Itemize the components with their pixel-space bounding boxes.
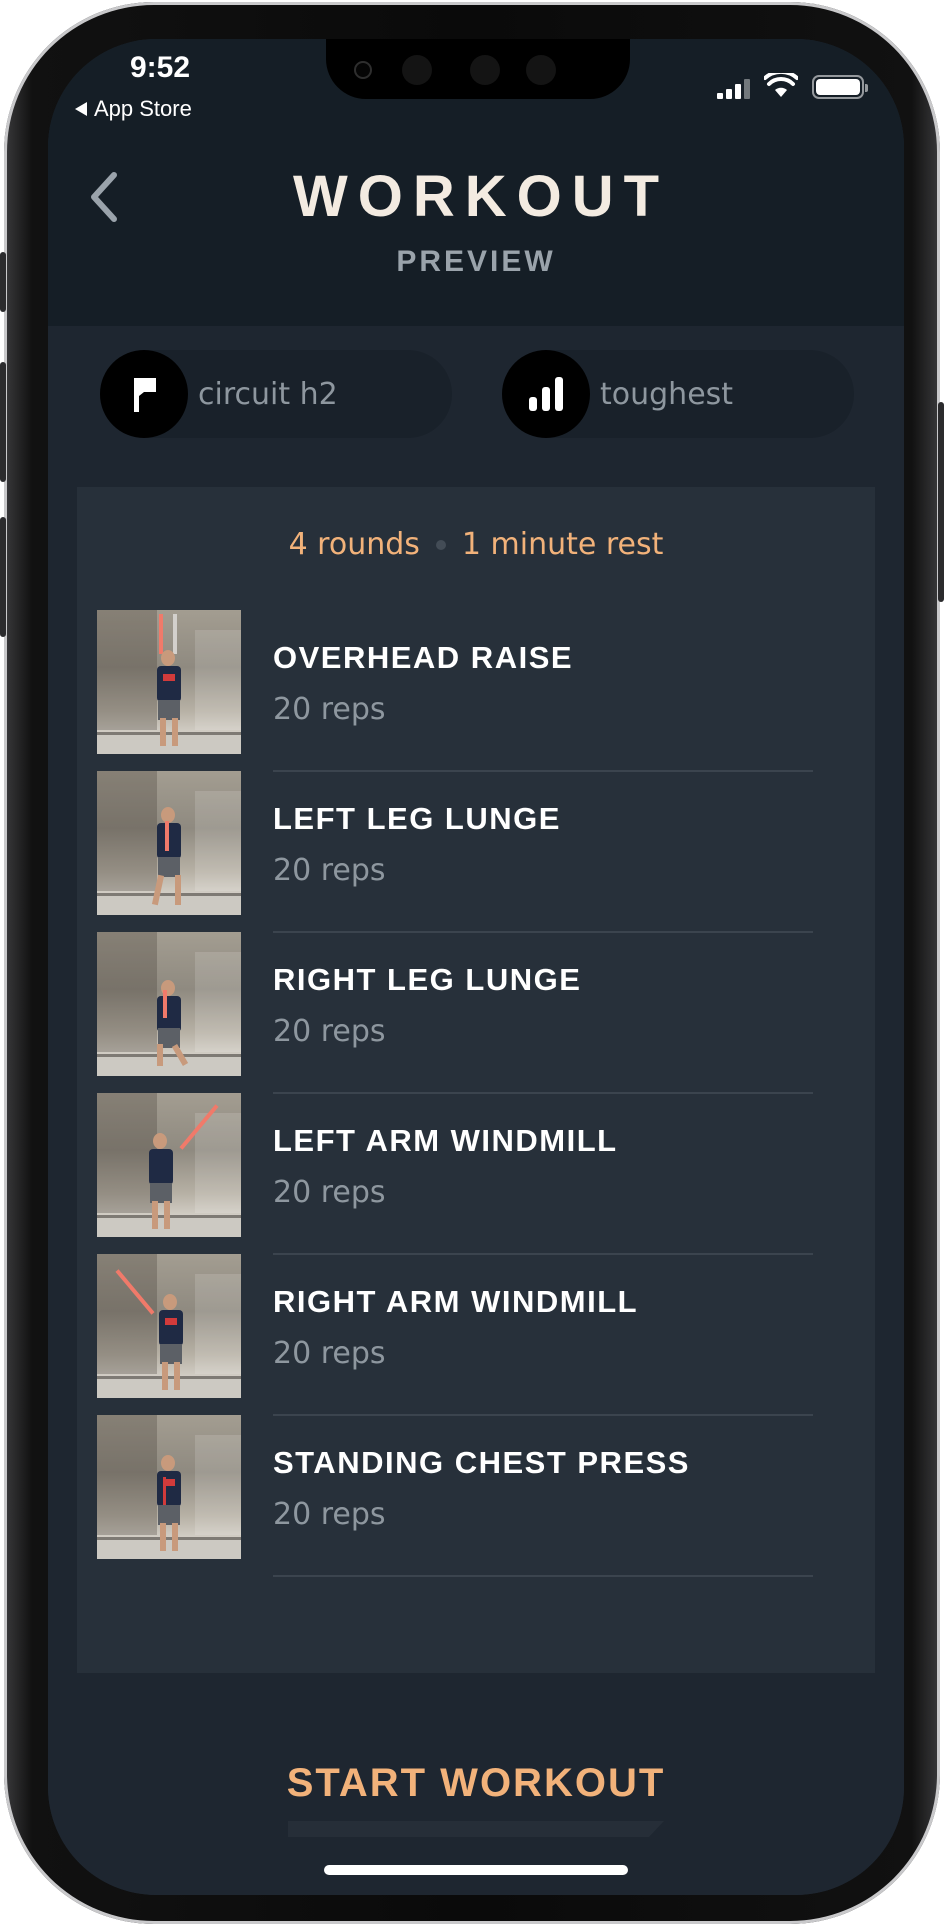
workout-type-pill: circuit h2	[100, 350, 452, 438]
difficulty-bars-icon	[502, 350, 590, 438]
separator-dot	[435, 539, 446, 550]
start-button-underline	[288, 1821, 664, 1837]
header: 9:52 App Store WORKOUT PREVIEW	[48, 39, 904, 326]
exercise-thumbnail	[97, 771, 241, 915]
exercise-row[interactable]: RIGHT LEG LUNGE 20 reps	[97, 932, 855, 1094]
mute-switch	[0, 252, 6, 312]
page-subtitle: PREVIEW	[396, 245, 556, 278]
camera-icon	[354, 61, 372, 79]
difficulty-label: toughest	[600, 376, 734, 412]
volume-down-button	[0, 517, 6, 637]
rest-label: 1 minute rest	[461, 527, 664, 562]
exercise-row[interactable]: STANDING CHEST PRESS 20 reps	[97, 1415, 855, 1577]
status-icons	[717, 73, 868, 99]
app-screen: 9:52 App Store WORKOUT PREVIEW circuit h…	[48, 39, 904, 1895]
exercise-reps: 20 reps	[273, 1014, 386, 1049]
difficulty-pill: toughest	[502, 350, 854, 438]
workout-type-label: circuit h2	[198, 376, 338, 412]
exercise-name: LEFT LEG LUNGE	[273, 801, 561, 836]
sensor-icon	[402, 55, 432, 85]
exercise-name: STANDING CHEST PRESS	[273, 1445, 690, 1480]
wifi-icon	[764, 73, 798, 97]
exercise-row[interactable]: LEFT ARM WINDMILL 20 reps	[97, 1093, 855, 1255]
exercise-reps: 20 reps	[273, 1336, 386, 1371]
volume-up-button	[0, 362, 6, 482]
exercise-thumbnail	[97, 610, 241, 754]
flag-icon	[100, 350, 188, 438]
row-divider	[273, 1575, 813, 1577]
exercise-row[interactable]: RIGHT ARM WINDMILL 20 reps	[97, 1254, 855, 1416]
rounds-label: 4 rounds	[288, 527, 420, 562]
exercise-reps: 20 reps	[273, 1497, 386, 1532]
exercise-reps: 20 reps	[273, 853, 386, 888]
workout-meta: 4 rounds 1 minute rest	[77, 527, 875, 562]
exercise-row[interactable]: OVERHEAD RAISE 20 reps	[97, 610, 855, 772]
sensor-icon	[470, 55, 500, 85]
power-button	[938, 402, 944, 602]
exercise-thumbnail	[97, 1093, 241, 1237]
start-workout-button[interactable]: START WORKOUT	[48, 1761, 904, 1806]
exercise-reps: 20 reps	[273, 692, 386, 727]
exercise-thumbnail	[97, 1254, 241, 1398]
back-to-app-link[interactable]: App Store	[74, 96, 192, 122]
status-time: 9:52	[130, 51, 191, 84]
notch	[326, 39, 630, 99]
exercise-name: RIGHT LEG LUNGE	[273, 962, 582, 997]
battery-icon	[812, 75, 868, 99]
exercise-thumbnail	[97, 1415, 241, 1559]
sensor-icon	[526, 55, 556, 85]
home-indicator[interactable]	[324, 1865, 628, 1875]
exercise-thumbnail	[97, 932, 241, 1076]
phone-frame: 9:52 App Store WORKOUT PREVIEW circuit h…	[0, 2, 944, 1924]
exercise-reps: 20 reps	[273, 1175, 386, 1210]
back-app-label: App Store	[94, 96, 192, 121]
footer: START WORKOUT	[48, 1673, 904, 1895]
exercise-name: OVERHEAD RAISE	[273, 640, 574, 675]
exercise-list-card: 4 rounds 1 minute rest OVERHEAD RAISE 20…	[77, 487, 875, 1673]
page-title: WORKOUT	[292, 164, 670, 229]
exercise-row[interactable]: LEFT LEG LUNGE 20 reps	[97, 771, 855, 933]
exercise-name: RIGHT ARM WINDMILL	[273, 1284, 639, 1319]
cellular-signal-icon	[717, 79, 750, 99]
exercise-name: LEFT ARM WINDMILL	[273, 1123, 618, 1158]
back-triangle-icon	[75, 102, 87, 116]
